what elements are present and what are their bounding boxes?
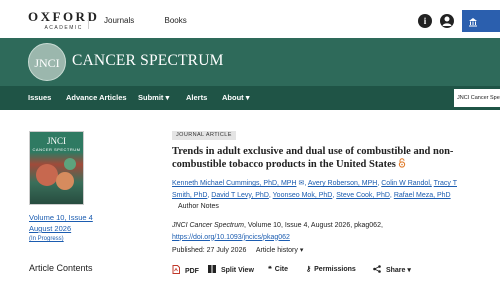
share-icon — [373, 265, 381, 273]
quote-icon: ❝ — [268, 266, 272, 273]
cover-cell-art — [56, 172, 74, 190]
published-date: 27 July 2026 — [206, 247, 247, 254]
author-link[interactable]: Colin W Randol, — [381, 180, 432, 187]
top-nav: Journals Books — [104, 16, 215, 25]
institution-button[interactable] — [462, 10, 500, 32]
author-link[interactable]: Steve Cook, PhD — [336, 192, 390, 199]
cite-label: Cite — [274, 266, 289, 273]
author-link[interactable]: Kenneth Michael Cummings, PhD, MPH — [172, 180, 297, 187]
author-link[interactable]: Rafael Meza, PhD — [394, 192, 451, 199]
cover-subtitle: CANCER SPECTRUM — [32, 147, 81, 152]
nav-about[interactable]: About ▾ — [222, 93, 250, 102]
article-contents-heading: Article Contents — [29, 263, 93, 273]
issue-date: August 2026 — [29, 224, 72, 233]
nav-submit[interactable]: Submit ▾ — [138, 93, 169, 102]
nav-advance-articles[interactable]: Advance Articles — [66, 93, 127, 102]
cite-button[interactable]: ❝ Cite — [268, 265, 288, 273]
author-list: Kenneth Michael Cummings, PhD, MPH ✉, Av… — [172, 180, 457, 210]
journal-cover-image[interactable]: JNCI CANCER SPECTRUM — [29, 131, 84, 205]
share-button[interactable]: Share ▾ — [373, 265, 411, 274]
permissions-label: Permissions — [314, 266, 356, 273]
cover-cell-art — [64, 158, 76, 170]
cover-cell-art — [36, 164, 58, 186]
divider — [88, 13, 89, 29]
top-bar: OXFORD ACADEMIC Journals Books i — [0, 0, 500, 38]
article-title: Trends in adult exclusive and dual use o… — [172, 145, 482, 171]
issue-volume: Volume 10, Issue 4 — [29, 213, 93, 222]
search-scope-select[interactable]: JNCI Cancer Spectrum — [454, 89, 500, 107]
nav-journals[interactable]: Journals — [104, 16, 134, 25]
jnci-logo[interactable]: JNCI — [28, 43, 66, 81]
article-type-badge: JOURNAL ARTICLE — [172, 131, 236, 140]
bank-icon — [469, 17, 477, 27]
citation-details: , Volume 10, Issue 4, August 2026, pkag0… — [243, 222, 383, 229]
cover-title: JNCI — [46, 136, 66, 146]
permissions-button[interactable]: ⚷ Permissions — [306, 265, 356, 273]
issue-link[interactable]: Volume 10, Issue 4 August 2026 — [29, 212, 93, 234]
issue-status[interactable]: (In Progress) — [29, 236, 64, 242]
citation-journal: JNCI Cancer Spectrum — [172, 222, 244, 229]
email-icon[interactable]: ✉ — [298, 180, 304, 187]
nav-books[interactable]: Books — [164, 16, 186, 25]
author-link[interactable]: Avery Roberson, MPH — [308, 180, 378, 187]
published-label: Published: — [172, 247, 205, 254]
info-icon[interactable]: i — [418, 14, 432, 28]
citation: JNCI Cancer Spectrum, Volume 10, Issue 4… — [172, 220, 472, 243]
article-title-text: Trends in adult exclusive and dual use o… — [172, 146, 454, 170]
author-link[interactable]: Yoonseo Mok, PhD — [273, 192, 333, 199]
journal-title[interactable]: CANCER SPECTRUM — [72, 52, 224, 70]
nav-issues[interactable]: Issues — [28, 93, 51, 102]
split-view-button[interactable]: Split View — [208, 265, 254, 274]
key-icon: ⚷ — [306, 266, 312, 273]
split-view-label: Split View — [220, 267, 254, 274]
journal-nav: Issues Advance Articles Submit ▾ Alerts … — [0, 86, 500, 110]
journal-header: JNCI CANCER SPECTRUM — [0, 38, 500, 86]
published-line: Published: 27 July 2026 Article history … — [172, 246, 303, 254]
pdf-icon — [172, 265, 180, 274]
nav-alerts[interactable]: Alerts — [186, 93, 207, 102]
author-notes-link[interactable]: Author Notes — [178, 203, 219, 210]
pdf-label: PDF — [184, 268, 199, 275]
user-icon[interactable] — [440, 14, 454, 28]
doi-link[interactable]: https://doi.org/10.1093/jncics/pkag062 — [172, 234, 290, 241]
article-history-toggle[interactable]: Article history ▾ — [256, 247, 303, 254]
open-access-icon — [398, 158, 406, 170]
author-link[interactable]: David T Levy, PhD — [211, 192, 269, 199]
pdf-button[interactable]: PDF — [172, 265, 199, 275]
split-view-icon — [208, 265, 216, 273]
share-label: Share ▾ — [385, 267, 411, 274]
